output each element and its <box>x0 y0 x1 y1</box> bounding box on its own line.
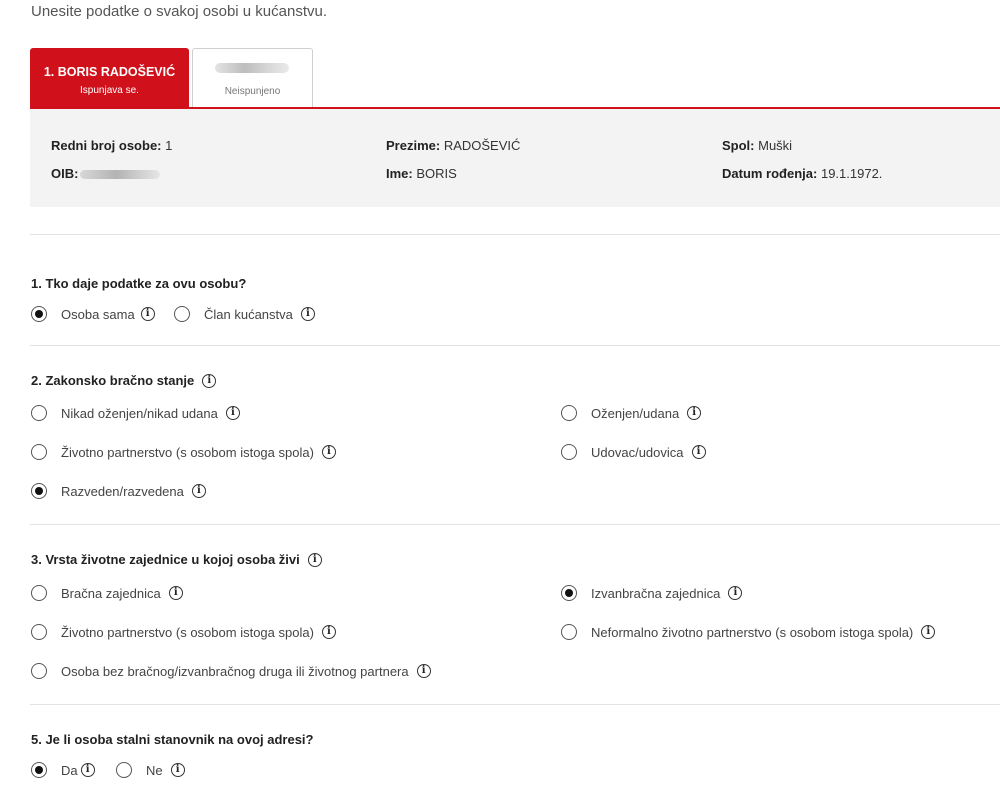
divider <box>30 704 1000 705</box>
q2-option-zivotno-partnerstvo[interactable]: Životno partnerstvo (s osobom istoga spo… <box>31 444 336 460</box>
q3-radio-bracna-zajednica[interactable] <box>31 585 47 601</box>
question-3-title: 3. Vrsta životne zajednice u kojoj osoba… <box>31 552 322 567</box>
q2-option-ozenjen[interactable]: Oženjen/udana i <box>561 405 702 421</box>
q5-label-da: Da <box>61 762 78 778</box>
question-1-title: 1. Tko daje podatke za ovu osobu? <box>31 276 246 291</box>
q2-radio-udovac[interactable] <box>561 444 577 460</box>
q2-radio-zivotno-partnerstvo[interactable] <box>31 444 47 460</box>
datum-value: 19.1.1972. <box>820 166 883 181</box>
info-icon[interactable]: i <box>728 586 743 600</box>
spol: Spol: Muški <box>722 138 792 153</box>
q3-label-izvanbracna-zajednica: Izvanbračna zajednica <box>591 585 721 601</box>
question-2-title-text: 2. Zakonsko bračno stanje <box>31 373 195 388</box>
question-5-title-text: 5. Je li osoba stalni stanovnik na ovoj … <box>31 732 314 747</box>
datum-rodjenja: Datum rođenja: 19.1.1972. <box>722 166 882 181</box>
intro-text: Unesite podatke o svakoj osobi u kućanst… <box>31 3 328 20</box>
q1-option-clan-kucanstva[interactable]: Član kućanstva i <box>174 306 315 322</box>
q1-label-clan-kucanstva: Član kućanstva <box>204 306 293 322</box>
prezime-value: RADOŠEVIĆ <box>443 138 521 153</box>
q3-option-zivotno-partnerstvo[interactable]: Životno partnerstvo (s osobom istoga spo… <box>31 624 336 640</box>
q5-option-ne[interactable]: Ne i <box>116 762 185 778</box>
info-icon[interactable]: i <box>170 763 185 777</box>
q3-radio-neformalno-partnerstvo[interactable] <box>561 624 577 640</box>
tab-person-2-name-redacted <box>215 63 289 73</box>
prezime: Prezime: RADOŠEVIĆ <box>386 138 520 153</box>
q3-radio-izvanbracna-zajednica[interactable] <box>561 585 577 601</box>
q2-option-nikad-ozenjen[interactable]: Nikad oženjen/nikad udana i <box>31 405 240 421</box>
redni-broj-value: 1 <box>165 138 173 153</box>
q3-label-zivotno-partnerstvo: Životno partnerstvo (s osobom istoga spo… <box>61 624 314 640</box>
info-icon[interactable]: i <box>225 406 240 420</box>
q1-radio-clan-kucanstva[interactable] <box>174 306 190 322</box>
person-info-panel: Redni broj osobe: 1 OIB: Prezime: RADOŠE… <box>30 109 1000 207</box>
ime-value: BORIS <box>416 166 457 181</box>
divider <box>30 524 1000 525</box>
q1-radio-osoba-sama[interactable] <box>31 306 47 322</box>
prezime-label: Prezime: <box>386 138 441 153</box>
tab-person-2-status: Neispunjeno <box>224 86 281 97</box>
redni-broj-label: Redni broj osobe: <box>51 138 162 153</box>
q3-option-izvanbracna-zajednica[interactable]: Izvanbračna zajednica i <box>561 585 743 601</box>
info-icon[interactable]: i <box>691 445 706 459</box>
ime: Ime: BORIS <box>386 166 457 181</box>
info-icon[interactable]: i <box>168 586 183 600</box>
q2-option-razveden[interactable]: Razveden/razvedena i <box>31 483 206 499</box>
q5-option-da[interactable]: Da i <box>31 762 95 778</box>
q2-label-razveden: Razveden/razvedena <box>61 483 184 499</box>
question-5-title: 5. Je li osoba stalni stanovnik na ovoj … <box>31 732 313 747</box>
q2-label-zivotno-partnerstvo: Životno partnerstvo (s osobom istoga spo… <box>61 444 314 460</box>
ime-label: Ime: <box>386 166 413 181</box>
datum-label: Datum rođenja: <box>722 166 818 181</box>
tab-person-1[interactable]: 1. BORIS RADOŠEVIĆ Ispunjava se. <box>30 48 189 108</box>
divider <box>30 234 1000 235</box>
q3-label-neformalno-partnerstvo: Neformalno životno partnerstvo (s osobom… <box>591 624 914 640</box>
info-icon[interactable]: i <box>307 552 322 567</box>
info-icon[interactable]: i <box>416 664 431 678</box>
question-2-title: 2. Zakonsko bračno stanje i <box>31 373 217 388</box>
q2-radio-ozenjen[interactable] <box>561 405 577 421</box>
q1-label-osoba-sama: Osoba sama <box>61 306 135 322</box>
info-icon[interactable]: i <box>80 763 95 777</box>
q3-radio-bez-partnera[interactable] <box>31 663 47 679</box>
spol-label: Spol: <box>722 138 755 153</box>
tab-person-1-status: Ispunjava se. <box>80 85 139 96</box>
divider <box>30 345 1000 346</box>
oib: OIB: <box>51 166 161 181</box>
q3-label-bracna-zajednica: Bračna zajednica <box>61 585 161 601</box>
q1-option-osoba-sama[interactable]: Osoba sama i <box>31 306 155 322</box>
info-icon[interactable]: i <box>321 445 336 459</box>
q5-label-ne: Ne <box>146 762 163 778</box>
q2-radio-nikad-ozenjen[interactable] <box>31 405 47 421</box>
spol-value: Muški <box>758 138 793 153</box>
tab-person-2[interactable]: Neispunjeno <box>192 48 313 108</box>
q3-radio-zivotno-partnerstvo[interactable] <box>31 624 47 640</box>
q2-label-udovac: Udovac/udovica <box>591 444 684 460</box>
q5-radio-ne[interactable] <box>116 762 132 778</box>
oib-value-redacted <box>80 170 161 180</box>
info-icon[interactable]: i <box>202 373 217 388</box>
info-icon[interactable]: i <box>191 484 206 498</box>
q2-label-ozenjen: Oženjen/udana <box>591 405 680 421</box>
question-3-title-text: 3. Vrsta životne zajednice u kojoj osoba… <box>31 552 300 567</box>
info-icon[interactable]: i <box>687 406 702 420</box>
tab-person-1-title: 1. BORIS RADOŠEVIĆ <box>43 65 176 79</box>
q3-option-neformalno-partnerstvo[interactable]: Neformalno životno partnerstvo (s osobom… <box>561 624 936 640</box>
info-icon[interactable]: i <box>140 307 155 321</box>
redni-broj: Redni broj osobe: 1 <box>51 138 172 153</box>
q2-label-nikad-ozenjen: Nikad oženjen/nikad udana <box>61 405 218 421</box>
q3-option-bez-partnera[interactable]: Osoba bez bračnog/izvanbračnog druga ili… <box>31 663 431 679</box>
q3-label-bez-partnera: Osoba bez bračnog/izvanbračnog druga ili… <box>61 663 409 679</box>
q2-option-udovac[interactable]: Udovac/udovica i <box>561 444 706 460</box>
q5-radio-da[interactable] <box>31 762 47 778</box>
oib-label: OIB: <box>51 166 79 181</box>
info-icon[interactable]: i <box>321 625 336 639</box>
q2-radio-razveden[interactable] <box>31 483 47 499</box>
q3-option-bracna-zajednica[interactable]: Bračna zajednica i <box>31 585 183 601</box>
question-1-title-text: 1. Tko daje podatke za ovu osobu? <box>31 276 247 291</box>
info-icon[interactable]: i <box>300 307 315 321</box>
info-icon[interactable]: i <box>921 625 936 639</box>
